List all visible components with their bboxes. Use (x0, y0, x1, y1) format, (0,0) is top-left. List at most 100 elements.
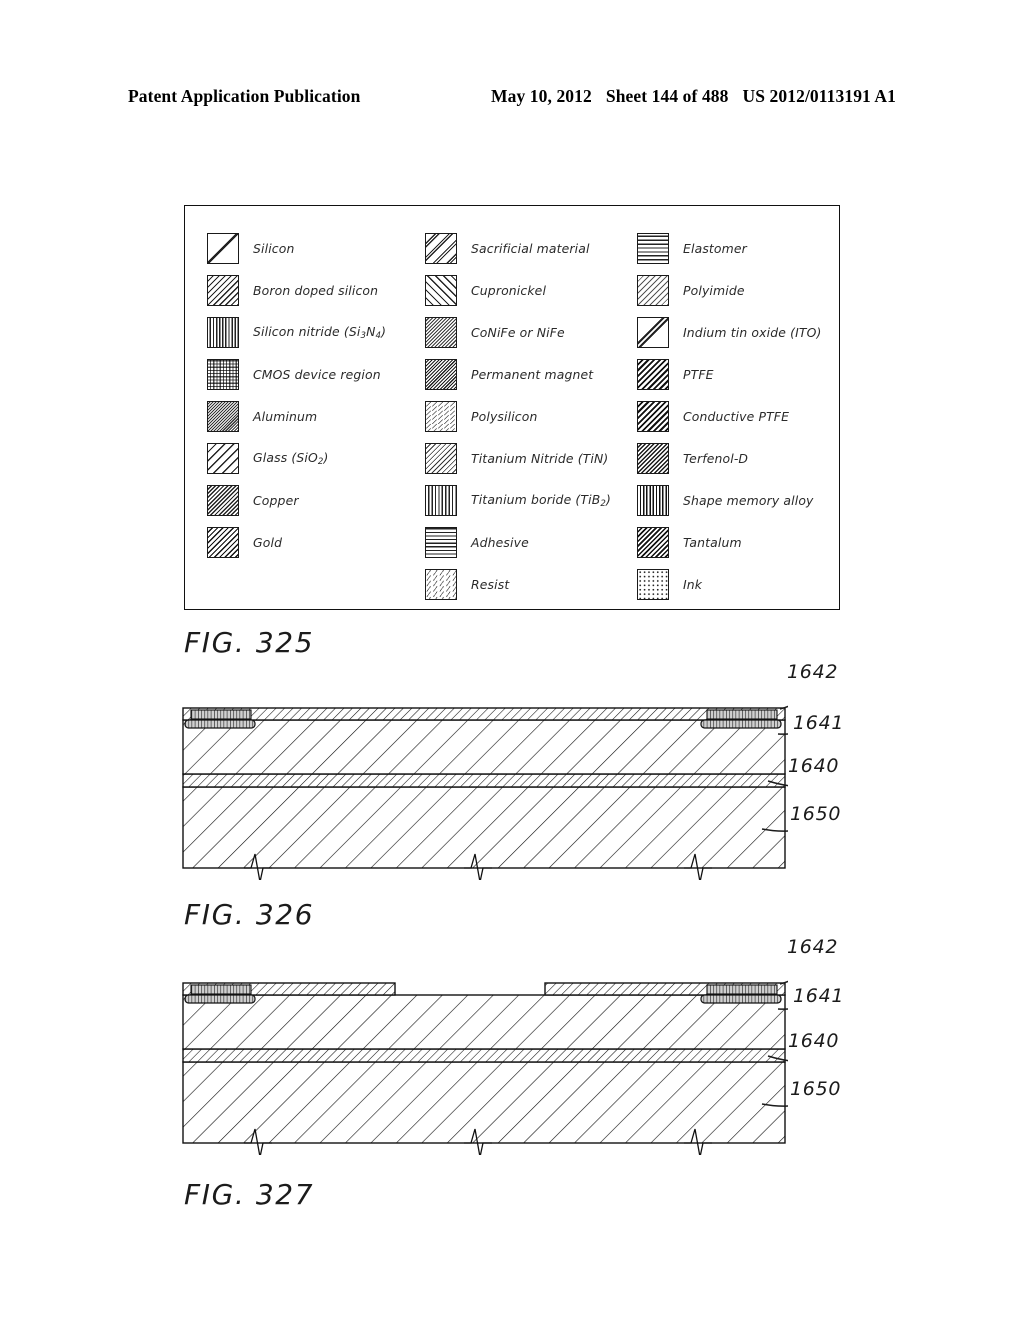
legend-item: PTFE (637, 353, 822, 395)
legend-item-label: Copper (253, 492, 299, 508)
copper-swatch-icon (207, 484, 239, 516)
tantalum-swatch-icon (637, 526, 669, 558)
header-publication: Patent Application Publication (128, 86, 361, 106)
tib2-swatch-icon (425, 484, 457, 516)
tin-swatch-icon (425, 442, 457, 474)
legend-item-label: Cupronickel (471, 282, 547, 298)
magnet-swatch-icon (425, 358, 457, 390)
terfenol-swatch-icon (637, 442, 669, 474)
legend-item: Gold (207, 521, 386, 563)
legend-item: Permanent magnet (425, 353, 611, 395)
sinitride-swatch-icon (207, 316, 239, 348)
cross-section-fig-326 (182, 700, 788, 880)
ref-number-1650-fig326: 1650 (790, 803, 842, 825)
legend-item: Ink (637, 563, 822, 605)
legend-item-label: Indium tin oxide (ITO) (683, 324, 822, 340)
ref-number-1642-fig326: 1642 (787, 661, 839, 683)
legend-item-label: Shape memory alloy (683, 492, 814, 508)
legend-item: Resist (425, 563, 611, 605)
legend-item-label: Silicon (253, 240, 295, 256)
legend-item: Terfenol-D (637, 437, 822, 479)
legend-item: CoNiFe or NiFe (425, 311, 611, 353)
legend-item-label: Titanium Nitride (TiN) (471, 450, 609, 466)
ref-number-1640-fig326: 1640 (788, 755, 840, 777)
legend-item: Conductive PTFE (637, 395, 822, 437)
legend-column-2: Sacrificial material Cupronickel CoNiFe or… (425, 227, 611, 605)
legend-item: CMOS device region (207, 353, 386, 395)
polysilicon-swatch-icon (425, 400, 457, 432)
legend-item: Tantalum (637, 521, 822, 563)
legend-item-label: Glass (SiO2) (253, 449, 329, 467)
adhesive-swatch-icon (425, 526, 457, 558)
figure-caption-326: FIG. 326 (184, 898, 315, 931)
legend-item-label: Boron doped silicon (253, 282, 379, 298)
legend-item: Sacrificial material (425, 227, 611, 269)
legend-item-label: PTFE (683, 366, 714, 382)
glass-swatch-icon (207, 442, 239, 474)
legend-item-label: Tantalum (683, 534, 742, 550)
legend-item-label: Conductive PTFE (683, 408, 790, 424)
silicon-swatch-icon (207, 232, 239, 264)
aluminum-swatch-icon (207, 400, 239, 432)
ref-number-1641-fig327: 1641 (793, 985, 845, 1007)
legend-item: Indium tin oxide (ITO) (637, 311, 822, 353)
conife-swatch-icon (425, 316, 457, 348)
ptfe-swatch-icon (637, 358, 669, 390)
legend-item: Titanium Nitride (TiN) (425, 437, 611, 479)
legend-item-label: Sacrificial material (471, 240, 590, 256)
legend-item-label: Silicon nitride (Si3N4) (253, 323, 387, 341)
cptfe-swatch-icon (637, 400, 669, 432)
figure-caption-327: FIG. 327 (184, 1178, 315, 1211)
legend-item-label: Polysilicon (471, 408, 538, 424)
legend-item: Boron doped silicon (207, 269, 386, 311)
legend-item: Polyimide (637, 269, 822, 311)
boron-swatch-icon (207, 274, 239, 306)
legend-item-label: Elastomer (683, 240, 747, 256)
legend-item-label: Aluminum (253, 408, 318, 424)
figure-caption-325: FIG. 325 (184, 626, 315, 659)
legend-item-label: CMOS device region (253, 366, 381, 382)
legend-item: Adhesive (425, 521, 611, 563)
legend-item: Titanium boride (TiB2) (425, 479, 611, 521)
legend-item: Elastomer (637, 227, 822, 269)
legend-item-label: Permanent magnet (471, 366, 594, 382)
legend-item: Polysilicon (425, 395, 611, 437)
materials-legend-box: Silicon Boron doped silicon Silicon nitrid… (184, 205, 840, 610)
legend-item-label: Adhesive (471, 534, 529, 550)
cross-section-fig-327 (182, 975, 788, 1155)
legend-item-label: Terfenol-D (683, 450, 749, 466)
legend-item-label: Gold (253, 534, 283, 550)
sma-swatch-icon (637, 484, 669, 516)
gold-swatch-icon (207, 526, 239, 558)
ito-swatch-icon (637, 316, 669, 348)
legend-item: Glass (SiO2) (207, 437, 386, 479)
legend-item: Silicon nitride (Si3N4) (207, 311, 386, 353)
legend-column-3: Elastomer Polyimide Indium tin oxide (ITO)… (637, 227, 822, 605)
legend-item-label: Titanium boride (TiB2) (471, 491, 611, 509)
legend-item-label: Polyimide (683, 282, 745, 298)
legend-item-label: Resist (471, 576, 510, 592)
legend-item: Copper (207, 479, 386, 521)
resist-swatch-icon (425, 568, 457, 600)
ref-number-1642-fig327: 1642 (787, 936, 839, 958)
legend-item: Cupronickel (425, 269, 611, 311)
elastomer-swatch-icon (637, 232, 669, 264)
header-date: May 10, 2012 (491, 86, 592, 106)
header-sheet: Sheet 144 of 488 (605, 86, 729, 106)
ref-number-1641-fig326: 1641 (793, 712, 845, 734)
polyimide-swatch-icon (637, 274, 669, 306)
cmos-swatch-icon (207, 358, 239, 390)
header-docnumber: US 2012/0113191 A1 (742, 86, 896, 106)
legend-item: Aluminum (207, 395, 386, 437)
ref-number-1640-fig327: 1640 (788, 1030, 840, 1052)
ink-swatch-icon (637, 568, 669, 600)
sacrificial-swatch-icon (425, 232, 457, 264)
page-header: Patent Application Publication May 10, 2… (0, 86, 1024, 112)
legend-column-1: Silicon Boron doped silicon Silicon nitrid… (207, 227, 386, 563)
cupronickel-swatch-icon (425, 274, 457, 306)
legend-item: Shape memory alloy (637, 479, 822, 521)
legend-item: Silicon (207, 227, 386, 269)
legend-item-label: CoNiFe or NiFe (471, 324, 565, 340)
legend-item-label: Ink (683, 576, 703, 592)
ref-number-1650-fig327: 1650 (790, 1078, 842, 1100)
